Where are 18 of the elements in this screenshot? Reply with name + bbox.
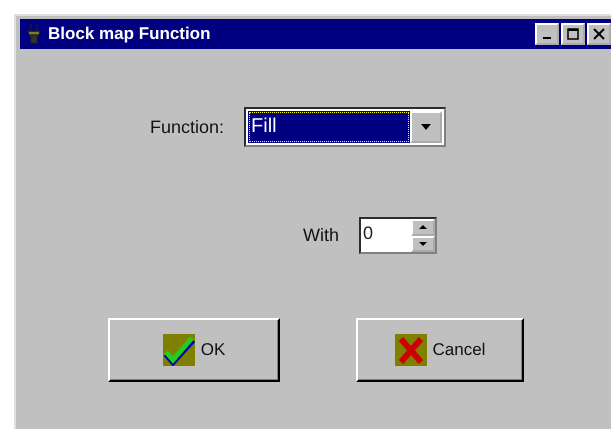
caret-icon	[420, 123, 432, 131]
minimize-icon	[543, 37, 551, 39]
maximize-button[interactable]	[561, 23, 585, 45]
with-spinner[interactable]: 0	[359, 217, 437, 254]
close-icon	[593, 28, 605, 40]
function-dropdown[interactable]: Fill	[244, 107, 446, 147]
minimize-button[interactable]	[535, 23, 559, 45]
cross-icon	[394, 334, 427, 366]
down-arrow-icon	[418, 240, 428, 247]
ok-button[interactable]: OK	[108, 318, 280, 382]
window-title: Block map Function	[48, 23, 210, 46]
function-label: Function:	[150, 116, 224, 138]
with-label: With	[303, 224, 339, 247]
cancel-button[interactable]: Cancel	[356, 318, 524, 382]
up-arrow-icon	[418, 224, 428, 230]
close-button[interactable]	[587, 23, 611, 45]
maximize-icon	[567, 28, 579, 40]
check-icon	[162, 334, 195, 366]
